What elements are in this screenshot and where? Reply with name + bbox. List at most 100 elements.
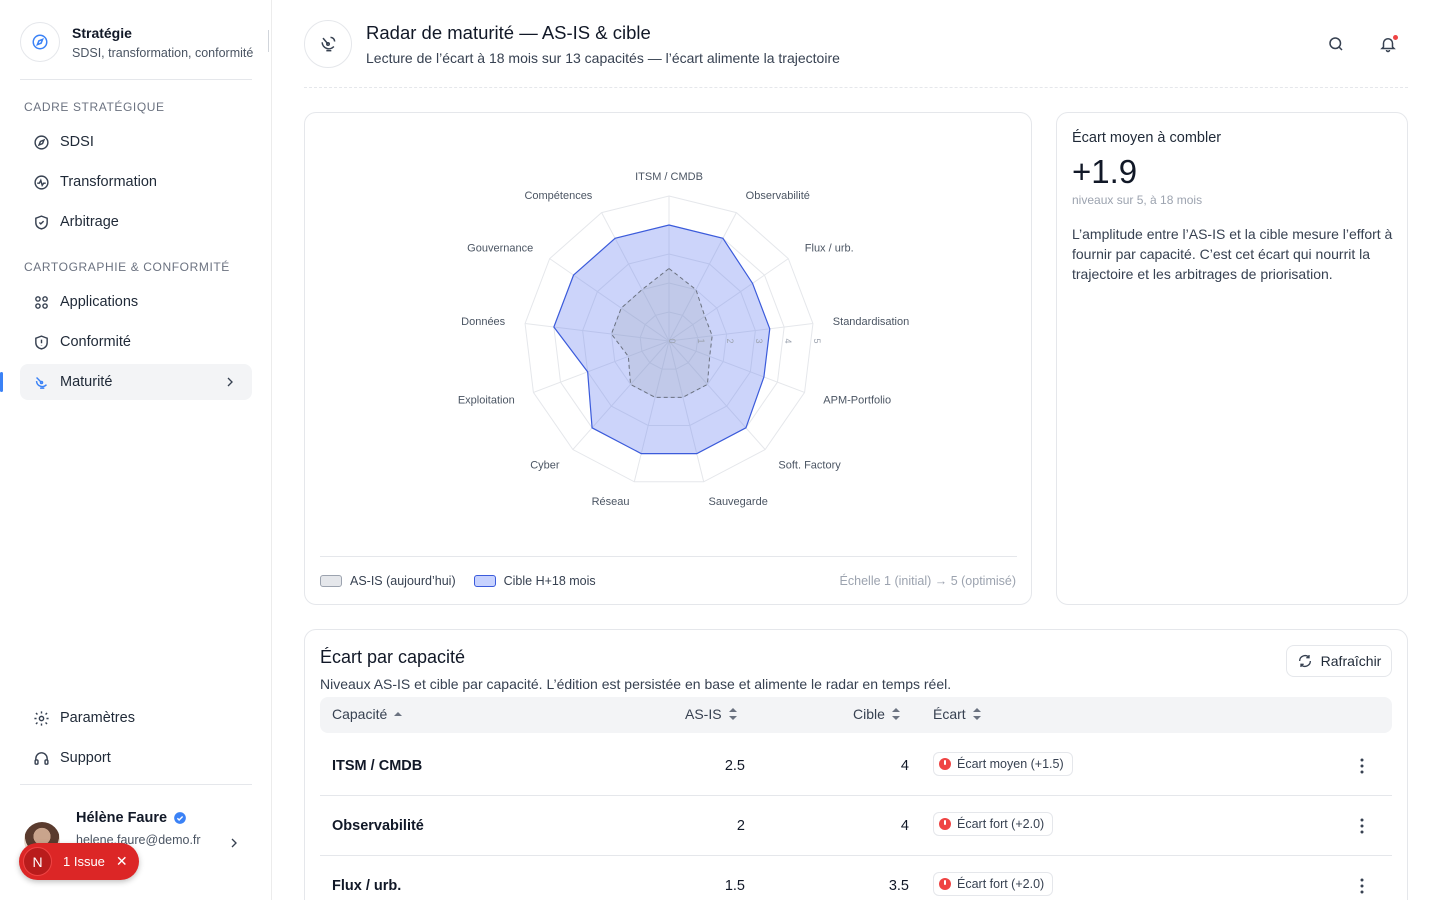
radial-tick-label: 1: [696, 338, 706, 343]
sort-icon: [891, 707, 901, 721]
user-name-row: Hélène Faure: [76, 810, 187, 826]
table-row[interactable]: ITSM / CMDB 2.5 4 Écart moyen (+1.5): [320, 736, 1392, 796]
axis-label: APM-Portfolio: [823, 395, 891, 407]
table-row[interactable]: Flux / urb. 1.5 3.5 Écart fort (+2.0): [320, 856, 1392, 900]
radar-chart: ITSM / CMDB Observabilité Flux / urb. Stand…: [458, 171, 909, 508]
column-label: Capacité: [332, 706, 388, 722]
column-label: Écart: [933, 706, 966, 722]
alert-dot-icon: [939, 878, 951, 890]
table-title: Écart par capacité: [320, 647, 466, 667]
sidebar-item-label: Applications: [60, 294, 139, 310]
gap-badge: Écart fort (+2.0): [933, 812, 1054, 836]
sidebar-item-maturite[interactable]: Maturité: [20, 364, 252, 400]
cell-target[interactable]: 4: [849, 758, 909, 774]
refresh-label: Rafraîchir: [1320, 653, 1382, 669]
shield-alert-icon: [32, 333, 50, 351]
cell-target[interactable]: 3.5: [849, 878, 909, 894]
cell-capacity: Observabilité: [332, 818, 424, 834]
axis-label: Compétences: [524, 190, 592, 202]
shield-check-icon: [32, 213, 50, 231]
column-label: AS-IS: [685, 706, 722, 722]
sidebar-item-sdsi[interactable]: SDSI: [20, 124, 252, 160]
sidebar-item-applications[interactable]: Applications: [20, 284, 252, 320]
column-header-ecart[interactable]: Écart: [933, 706, 982, 722]
brand[interactable]: Stratégie SDSI, transformation, conformi…: [20, 20, 272, 64]
cell-target[interactable]: 4: [849, 818, 909, 834]
sidebar-item-conformite[interactable]: Conformité: [20, 324, 252, 360]
radial-tick-label: 5: [812, 338, 822, 343]
gap-badge-label: Écart fort (+2.0): [957, 877, 1045, 891]
gap-badge-label: Écart moyen (+1.5): [957, 757, 1064, 771]
section-label-cartographie: CARTOGRAPHIE & CONFORMITÉ: [24, 260, 230, 274]
cell-asis[interactable]: 2: [685, 818, 745, 834]
legend-item-asis: AS-IS (aujourd’hui): [320, 574, 456, 588]
column-label: Cible: [853, 706, 885, 722]
column-header-capacite[interactable]: Capacité: [332, 706, 403, 722]
sort-icon: [972, 707, 982, 721]
notification-dot: [1393, 35, 1398, 40]
close-icon[interactable]: ✕: [116, 853, 128, 870]
radial-tick-label: 3: [754, 338, 764, 343]
axis-label: Gouvernance: [467, 242, 533, 254]
cell-asis[interactable]: 1.5: [685, 878, 745, 894]
cell-asis[interactable]: 2.5: [685, 758, 745, 774]
axis-label: Soft. Factory: [778, 460, 841, 472]
chevron-right-icon: [226, 835, 242, 854]
sidebar-item-parametres[interactable]: Paramètres: [20, 700, 252, 736]
gap-badge: Écart moyen (+1.5): [933, 752, 1073, 776]
axis-label: Réseau: [592, 496, 630, 508]
issue-label: 1 Issue: [63, 854, 105, 869]
sidebar-item-arbitrage[interactable]: Arbitrage: [20, 204, 252, 240]
verified-badge-icon: [173, 811, 187, 825]
sidebar-item-label: Transformation: [60, 174, 157, 190]
search-button[interactable]: [1324, 32, 1348, 56]
activity-icon: [32, 173, 50, 191]
radar-icon: [32, 373, 50, 391]
chevron-right-icon: [222, 374, 238, 394]
sort-icon: [728, 707, 738, 721]
gap-badge: Écart fort (+2.0): [933, 872, 1054, 896]
headset-icon: [32, 749, 50, 767]
issue-indicator[interactable]: N 1 Issue ✕: [19, 843, 139, 880]
sidebar-item-label: Paramètres: [60, 710, 135, 726]
active-indicator: [0, 372, 3, 392]
table-header: Capacité AS-IS Cible Écart: [320, 697, 1392, 733]
row-menu-kebab-icon[interactable]: [1360, 818, 1364, 838]
column-header-cible[interactable]: Cible: [853, 706, 901, 722]
refresh-button[interactable]: Rafraîchir: [1286, 645, 1392, 677]
sidebar-item-label: SDSI: [60, 134, 94, 150]
chart-legend: AS-IS (aujourd’hui) Cible H+18 mois: [320, 574, 614, 588]
notifications-button[interactable]: [1376, 32, 1400, 56]
axis-label: Données: [461, 316, 506, 328]
refresh-icon: [1297, 653, 1313, 669]
app-name: Stratégie: [72, 24, 132, 41]
user-name: Hélène Faure: [76, 810, 168, 826]
row-menu-kebab-icon[interactable]: [1360, 878, 1364, 898]
sidebar-item-transformation[interactable]: Transformation: [20, 164, 252, 200]
page-title: Radar de maturité — AS-IS & cible: [366, 22, 651, 43]
page-header: Radar de maturité — AS-IS & cible Lectur…: [304, 20, 1408, 88]
column-header-asis[interactable]: AS-IS: [685, 706, 738, 722]
compass-logo-icon: [20, 22, 60, 62]
alert-dot-icon: [939, 758, 951, 770]
table-row[interactable]: Observabilité 2 4 Écart fort (+2.0): [320, 796, 1392, 856]
row-menu-kebab-icon[interactable]: [1360, 758, 1364, 778]
cell-capacity: ITSM / CMDB: [332, 758, 423, 774]
radial-tick-label: 2: [725, 338, 735, 343]
gear-icon: [32, 709, 50, 727]
sidebar-item-support[interactable]: Support: [20, 740, 252, 776]
section-label-cadre: CADRE STRATÉGIQUE: [24, 100, 165, 114]
page-subtitle: Lecture de l’écart à 18 mois sur 13 capa…: [366, 50, 840, 66]
issue-n-badge: N: [23, 847, 52, 876]
axis-label: Sauvegarde: [708, 496, 767, 508]
radial-tick-label: 0: [667, 338, 677, 343]
sidebar-resize-handle[interactable]: [268, 30, 269, 52]
legend-label-target: Cible H+18 mois: [503, 574, 596, 588]
sort-asc-icon: [393, 709, 403, 719]
legend-label-asis: AS-IS (aujourd’hui): [350, 574, 456, 588]
axis-label: Flux / urb.: [805, 242, 854, 254]
app-subtitle: SDSI, transformation, conformité: [72, 45, 254, 60]
radar-icon: [304, 20, 352, 68]
axis-label: Observabilité: [746, 190, 810, 202]
divider: [20, 79, 252, 80]
